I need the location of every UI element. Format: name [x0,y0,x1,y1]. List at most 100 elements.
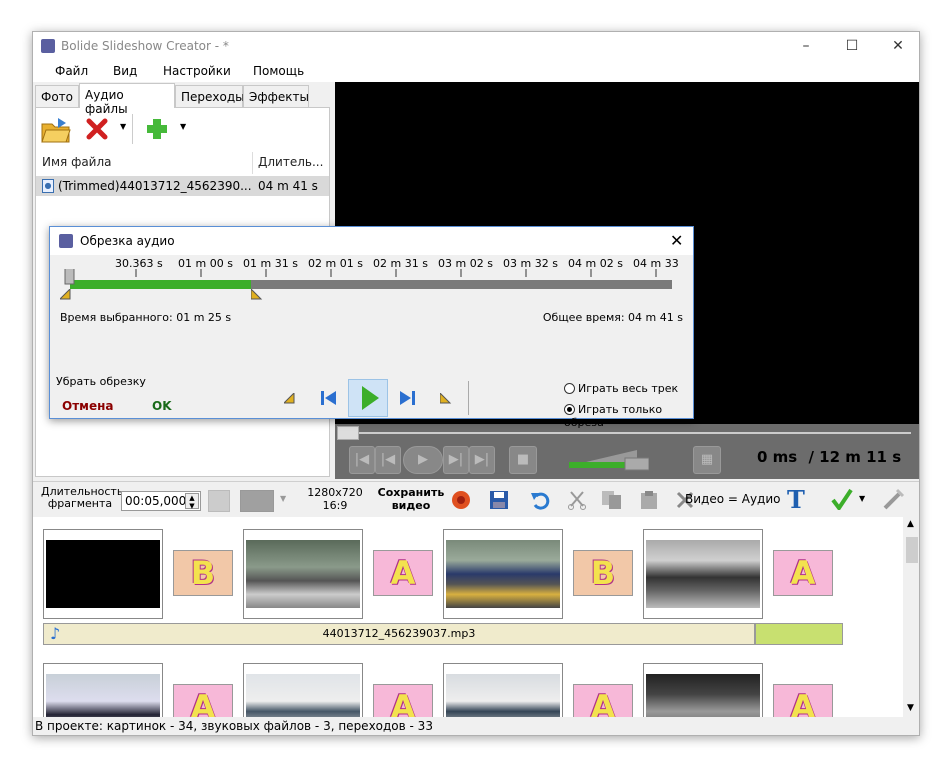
player-prev-button[interactable]: |◀ [375,446,401,474]
file-name: (Trimmed)44013712_4562390... [58,179,252,193]
cut-icon[interactable] [567,490,587,510]
seek-bar[interactable] [359,432,911,434]
wand-icon[interactable] [883,488,905,510]
bottom-toolbar: Длительность фрагмента 00:05,000 ▲ ▼ ▼ 12… [33,481,919,517]
storyboard: B A B A ♪ 44013712_456239037.mp3 A A A A [33,517,903,717]
maximize-button[interactable]: ☐ [829,32,875,60]
resolution-selector[interactable]: 1280x720 16:9 [305,486,365,512]
transition-thumbnail[interactable]: A [373,550,433,596]
transition-thumbnail[interactable]: A [573,684,633,717]
slide-thumbnail[interactable] [43,663,163,717]
scroll-up-icon[interactable]: ▲ [907,519,914,529]
slide-thumbnail[interactable] [243,663,363,717]
play-trim-button[interactable] [348,379,388,417]
selected-duration: Время выбранного: 01 m 25 s [60,311,232,324]
copy-icon[interactable] [601,490,623,510]
save-video-button[interactable]: Сохранить видео [373,486,449,512]
slide-thumbnail[interactable] [43,529,163,619]
column-length[interactable]: Длитель... [258,155,323,169]
play-all-label: Играть весь трек [578,382,679,395]
trim-timeline[interactable] [60,269,680,303]
play-icon [362,386,379,410]
app-icon [41,39,55,53]
transition-thumbnail[interactable]: B [573,550,633,596]
transition-thumbnail[interactable]: A [173,684,233,717]
current-time: 0 ms [757,448,798,466]
scroll-down-icon[interactable]: ▼ [907,703,914,713]
menu-view[interactable]: Вид [113,64,137,78]
video-equals-audio-button[interactable]: Видео = Аудио [685,492,780,506]
set-end-icon[interactable] [440,393,454,405]
minimize-button[interactable]: – [783,32,829,60]
slide-thumbnail[interactable] [643,529,763,619]
seek-handle[interactable] [337,426,359,440]
transition-thumbnail[interactable]: B [173,550,233,596]
text-tool-icon[interactable]: T [787,485,805,514]
undo-icon[interactable] [530,490,550,510]
delete-icon[interactable] [86,118,108,140]
trim-end-marker-icon[interactable] [251,289,265,301]
slide-thumbnail[interactable] [643,663,763,717]
file-list-header: Имя файла Длитель... [36,152,329,174]
fragment-duration-input[interactable]: 00:05,000 ▲ ▼ [121,491,201,511]
tab-audio[interactable]: Аудио файлы [79,83,175,116]
play-trimmed-radio[interactable]: Играть только обреза [564,403,693,429]
check-dropdown-icon[interactable]: ▼ [859,494,865,503]
tab-effects[interactable]: Эффекты [243,85,309,107]
column-filename[interactable]: Имя файла [42,155,112,169]
color-swatch-dark[interactable] [240,490,274,512]
delete-dropdown-icon[interactable]: ▼ [120,122,126,131]
file-length: 04 m 41 s [258,179,318,193]
dialog-app-icon [59,234,73,248]
color-dropdown-icon[interactable]: ▼ [280,494,286,503]
transition-thumbnail[interactable]: A [773,550,833,596]
close-button[interactable]: ✕ [875,32,919,60]
add-icon[interactable] [146,118,168,140]
tab-transitions[interactable]: Переходы [175,85,245,107]
music-note-icon: ♪ [50,624,61,643]
player-play-button[interactable]: ▶ [403,446,443,474]
transition-thumbnail[interactable]: A [773,684,833,717]
record-icon[interactable] [451,490,471,510]
file-list-row[interactable]: ● (Trimmed)44013712_4562390... 04 m 41 s [36,176,329,196]
tab-photo[interactable]: Фото [35,85,79,107]
open-folder-icon[interactable] [40,116,72,144]
slide-thumbnail[interactable] [443,663,563,717]
volume-slider[interactable] [567,446,650,472]
player-last-button[interactable]: ▶| [469,446,495,474]
paste-icon[interactable] [639,490,659,510]
player-stop-button[interactable]: ■ [509,446,537,474]
color-swatch-light[interactable] [208,490,230,512]
save-icon[interactable] [489,490,509,510]
slide-thumbnail[interactable] [243,529,363,619]
scroll-thumb[interactable] [906,537,918,563]
checkmark-icon[interactable] [831,488,853,510]
transition-thumbnail[interactable]: A [373,684,433,717]
play-whole-track-radio[interactable]: Играть весь трек [564,382,678,395]
toolbar-divider [132,114,133,144]
audio-track-bar[interactable]: ♪ 44013712_456239037.mp3 [43,623,755,645]
remove-trim-button[interactable]: Убрать обрезку [56,375,146,388]
left-tabs: Фото Аудио файлы Переходы Эффекты [33,83,333,116]
radio-play-trimmed [564,404,575,415]
slide-thumbnail[interactable] [443,529,563,619]
resolution-value: 1280x720 [307,486,363,499]
audio-toolbar: ▼ ▼ [36,108,329,150]
cancel-button[interactable]: Отмена [62,399,114,413]
menu-help[interactable]: Помощь [253,64,304,78]
menu-file[interactable]: Файл [55,64,88,78]
fullscreen-button[interactable]: ▦ [693,446,721,474]
menu-settings[interactable]: Настройки [163,64,231,78]
window-title: Bolide Slideshow Creator - * [61,39,229,53]
set-start-icon[interactable] [284,393,298,405]
skip-back-icon[interactable] [320,389,338,407]
skip-forward-icon[interactable] [398,389,416,407]
trim-start-marker-icon[interactable] [60,289,74,301]
add-dropdown-icon[interactable]: ▼ [180,122,186,131]
ok-button[interactable]: OK [152,399,172,413]
spin-arrows-icon[interactable]: ▲ ▼ [185,493,199,510]
dialog-close-icon[interactable]: ✕ [670,231,683,250]
player-first-button[interactable]: |◀ [349,446,375,474]
player-next-button[interactable]: ▶| [443,446,469,474]
storyboard-scrollbar[interactable]: ▲ ▼ [903,517,919,717]
